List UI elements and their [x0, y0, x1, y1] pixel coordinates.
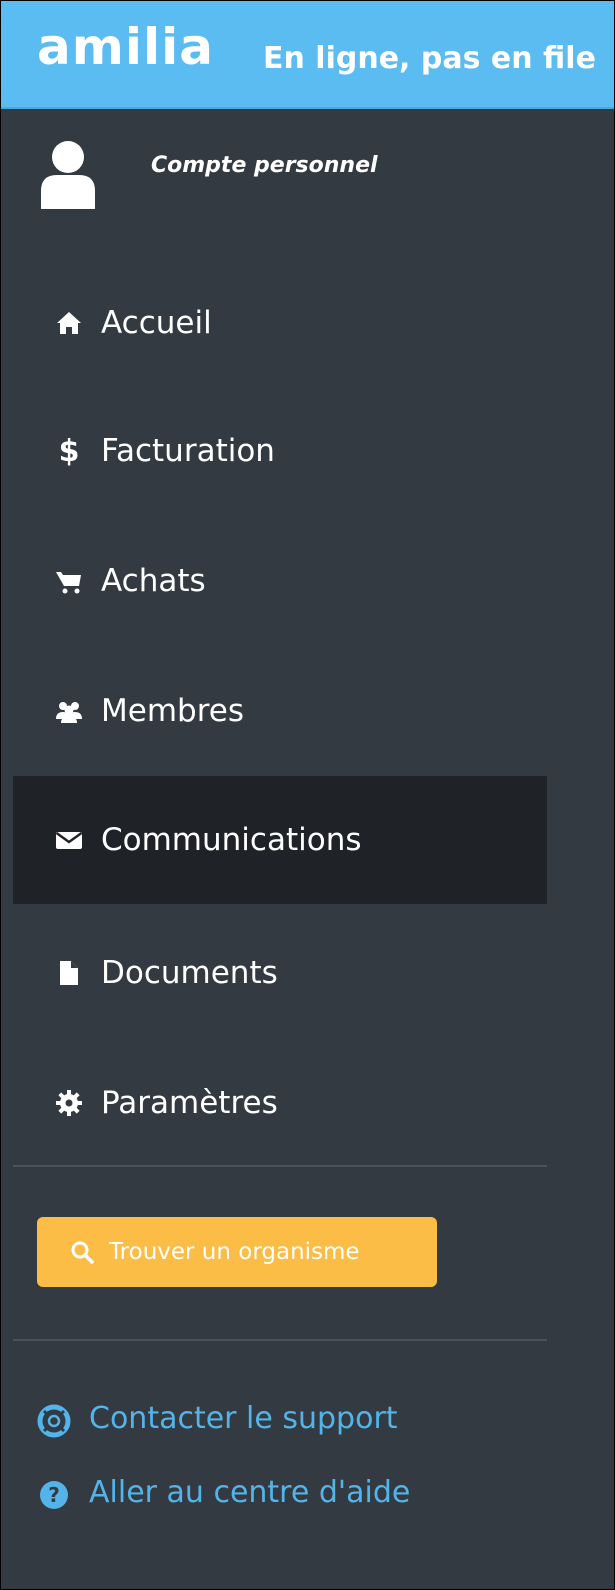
envelope-icon [55, 831, 83, 849]
home-icon [57, 312, 81, 334]
divider [13, 1165, 547, 1167]
top-header: amilia En ligne, pas en file [1, 1, 614, 109]
sidebar-item-facturation[interactable]: $ Facturation [13, 387, 547, 515]
file-icon [60, 961, 78, 985]
sidebar-item-label: Accueil [101, 305, 212, 341]
cart-icon [56, 572, 81, 594]
svg-text:?: ? [48, 1483, 60, 1507]
help-center-label: Aller au centre d'aide [89, 1475, 411, 1510]
gear-icon [56, 1090, 82, 1116]
sidebar-item-label: Communications [101, 822, 362, 858]
sidebar-item-label: Membres [101, 693, 244, 729]
account-label: Compte personnel [151, 153, 378, 178]
divider [13, 1339, 547, 1341]
sidebar-item-achats[interactable]: Achats [13, 517, 547, 645]
search-icon [71, 1241, 94, 1264]
app-frame: amilia En ligne, pas en file Compte pers… [0, 0, 615, 1590]
sidebar-item-parametres[interactable]: Paramètres [13, 1039, 547, 1167]
sidebar-item-accueil[interactable]: Accueil [13, 259, 547, 387]
brand-logo[interactable]: amilia [37, 17, 214, 77]
contact-support-label: Contacter le support [89, 1401, 398, 1436]
sidebar-item-label: Paramètres [101, 1085, 278, 1121]
question-circle-icon: ? [40, 1481, 68, 1509]
sidebar-item-label: Documents [101, 955, 278, 991]
dollar-icon: $ [58, 433, 80, 469]
sidebar-item-documents[interactable]: Documents [13, 909, 547, 1037]
sidebar-item-label: Facturation [101, 433, 275, 469]
lifebuoy-icon [37, 1404, 71, 1438]
find-organization-button[interactable]: Trouver un organisme [37, 1217, 437, 1287]
sidebar-item-membres[interactable]: Membres [13, 647, 547, 775]
sidebar-item-communications[interactable]: Communications [13, 776, 547, 904]
user-icon [41, 141, 95, 209]
account-section[interactable]: Compte personnel [1, 109, 614, 259]
brand-tagline: En ligne, pas en file [263, 41, 596, 76]
sidebar-item-label: Achats [101, 563, 206, 599]
users-icon [56, 702, 82, 723]
find-organization-label: Trouver un organisme [109, 1239, 360, 1265]
